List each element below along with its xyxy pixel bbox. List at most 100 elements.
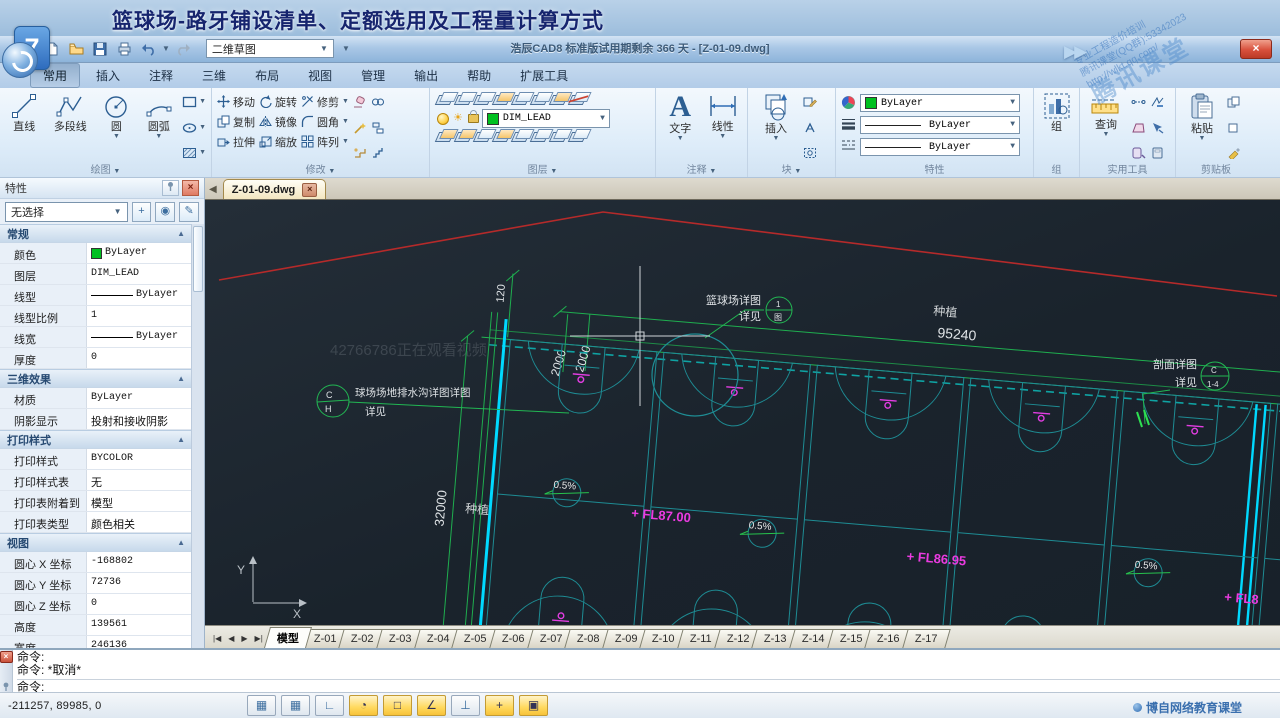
chevron-down-icon[interactable]: ▼ [342,138,349,145]
prop-row-center-z[interactable]: 圆心 Z 坐标 0 [0,594,192,615]
app-logo-icon[interactable] [2,42,38,78]
lwt-toggle-button[interactable]: ▣ [519,695,548,716]
linetype-icon[interactable] [841,136,856,152]
text-tool[interactable]: A 文字 ▼ [661,92,700,163]
erase-tool-icon[interactable] [353,94,367,110]
prop-row-plotattach[interactable]: 打印表附着到 模型 [0,491,192,512]
calculator-icon[interactable] [1150,145,1165,161]
drawing-canvas[interactable]: 42766786正在观看视频 32000 120 2000 2000 95240 [205,200,1280,625]
fillet-tool[interactable]: 圆角 ▼ [301,112,349,131]
panel-expand-icon[interactable]: ▼ [550,168,557,175]
ellipse-tool-icon[interactable]: ▼ [182,120,206,136]
color-select[interactable]: ByLayer ▼ [860,94,1020,112]
panel-expand-icon[interactable]: ▼ [328,168,335,175]
collapse-icon[interactable]: ▲ [177,229,185,238]
ribbon-tab-view[interactable]: 视图 [295,63,345,88]
color-wheel-icon[interactable] [841,94,856,110]
pin-icon[interactable] [2,682,10,691]
close-document-icon[interactable]: × [302,182,318,197]
first-tab-icon[interactable]: |◀ [210,632,224,645]
prop-row-color[interactable]: 颜色 ByLayer [0,243,192,264]
line-tool[interactable]: 直线 [5,92,43,163]
grid-toggle-button[interactable]: ▦ [281,695,310,716]
panel-expand-icon[interactable]: ▼ [709,168,716,175]
undo-dropdown-icon[interactable]: ▼ [162,44,170,53]
ribbon-tab-express[interactable]: 扩展工具 [507,63,581,88]
cut-clip-icon[interactable] [1227,120,1241,136]
explode-tool-icon[interactable] [353,145,367,161]
chevron-down-icon[interactable]: ▼ [1199,135,1206,142]
align-tool-icon[interactable] [371,120,385,136]
workspace-extra-dropdown[interactable]: ▼ [338,40,354,57]
layer-match-icon[interactable] [453,95,474,105]
chevron-down-icon[interactable]: ▼ [773,135,780,142]
prop-row-plottable[interactable]: 打印样式表无 [0,470,192,491]
palette-scrollbar[interactable] [191,224,204,648]
toggle-pickadd-button[interactable]: + [131,202,152,222]
layer-thaw-sun-icon[interactable]: ☀ [453,113,463,124]
workspace-select[interactable]: 二维草图 ▼ [205,39,334,58]
plot-icon[interactable] [114,39,134,58]
panel-expand-icon[interactable]: ▼ [794,168,801,175]
prop-row-thickness[interactable]: 厚度 0 [0,348,192,369]
area-tool-icon[interactable] [1131,120,1146,136]
polar-toggle-button[interactable]: ◔ [349,695,378,716]
layer-merge-icon[interactable] [472,132,493,142]
block-edit-icon[interactable] [803,94,817,110]
move-tool[interactable]: 移动 [217,92,255,111]
last-tab-icon[interactable]: ▶| [252,632,266,645]
osnap-toggle-button[interactable]: □ [383,695,412,716]
snap-toggle-button[interactable]: ▦ [247,695,276,716]
collapse-icon[interactable]: ▲ [177,435,185,444]
layer-isolate-icon[interactable] [491,95,512,105]
layer-freeze-icon[interactable] [529,95,550,105]
measure-tool[interactable]: 查询 ▼ [1085,92,1127,163]
save-icon[interactable] [90,39,110,58]
layer-on-bulb-icon[interactable] [437,112,449,125]
chevron-down-icon[interactable]: ▼ [155,133,162,140]
group-tool[interactable]: 组 [1039,92,1074,163]
ducs-toggle-button[interactable]: ⊥ [451,695,480,716]
prop-row-plotstyle[interactable]: 打印样式 BYCOLOR [0,449,192,470]
matchprop-brush-icon[interactable] [1227,145,1241,161]
layout-tab[interactable]: Z-17 [902,629,951,648]
redo-icon[interactable] [174,39,194,58]
ribbon-tab-output[interactable]: 输出 [401,63,451,88]
chevron-down-icon[interactable]: ▼ [677,135,684,142]
lineweight-select[interactable]: ByLayer ▼ [860,116,1020,134]
ribbon-tab-3d[interactable]: 三维 [189,63,239,88]
copy-tool[interactable]: 复制 [217,112,255,131]
prop-row-ltscale[interactable]: 线型比例 1 [0,306,192,327]
wand-tool-icon[interactable] [353,120,367,136]
polyline-tool[interactable]: 多段线 [47,92,93,163]
insert-block-tool[interactable]: 插入 ▼ [753,92,799,163]
rotate-tool[interactable]: 旋转 [259,92,297,111]
layer-vpfreeze-icon[interactable] [453,132,474,142]
select-objects-button[interactable]: ◉ [155,202,176,222]
open-file-icon[interactable] [66,39,86,58]
layer-properties-icon[interactable] [434,95,455,105]
layout-tab-model[interactable]: 模型 [263,627,312,648]
collapse-icon[interactable]: ▲ [177,538,185,547]
trim-tool[interactable]: 修剪 ▼ [301,92,349,111]
block-attribute-icon[interactable] [803,120,817,136]
otrack-toggle-button[interactable]: ∠ [417,695,446,716]
ribbon-tab-help[interactable]: 帮助 [454,63,504,88]
prop-row-linetype[interactable]: 线型 ByLayer [0,285,192,306]
layer-change-icon[interactable] [529,132,550,142]
layer-current-icon[interactable] [548,132,569,142]
prop-row-material[interactable]: 材质 ByLayer [0,388,192,409]
panel-expand-icon[interactable]: ▼ [113,168,120,175]
layer-prev-icon[interactable] [472,95,493,105]
chevron-down-icon[interactable]: ▼ [719,133,726,140]
scale-tool[interactable]: 缩放 [259,132,297,151]
ribbon-tab-manage[interactable]: 管理 [348,63,398,88]
ortho-toggle-button[interactable]: ∟ [315,695,344,716]
layer-select[interactable]: DIM_LEAD ▼ [481,109,610,128]
next-tab-icon[interactable]: ▶ [238,632,250,645]
chevron-down-icon[interactable]: ▼ [342,98,349,105]
chevron-down-icon[interactable]: ▼ [113,133,120,140]
undo-icon[interactable] [138,39,158,58]
selection-filter-select[interactable]: 无选择 ▼ [5,202,128,222]
layer-delete-icon[interactable] [491,132,512,142]
